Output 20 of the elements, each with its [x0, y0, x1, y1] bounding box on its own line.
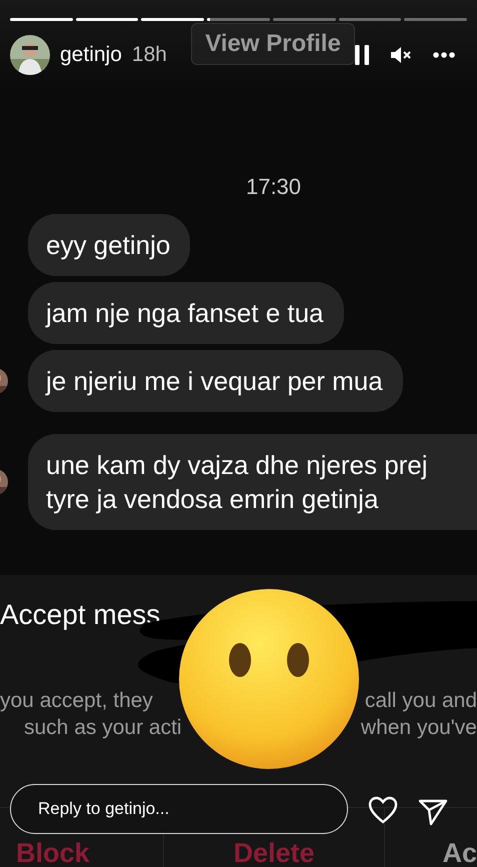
info-text: call you and [364, 688, 477, 714]
message-bubble: jam nje nga fanset e tua [28, 282, 344, 344]
message-time: 17:30 [246, 174, 302, 200]
info-text: you accept, they [0, 688, 153, 714]
info-text: such as your acti [24, 715, 182, 741]
message-bubble: eyy getinjo [28, 214, 190, 276]
post-time: 18h [132, 43, 167, 67]
message-bubble: je njeriu me i vequar per mua [28, 350, 403, 412]
accept-button[interactable]: Ac [442, 838, 477, 867]
view-profile-button[interactable]: View Profile [191, 23, 355, 65]
mute-icon[interactable] [391, 46, 411, 64]
accept-title: Accept mess [0, 599, 160, 631]
username[interactable]: getinjo [60, 43, 122, 67]
more-icon[interactable] [433, 52, 455, 58]
send-icon[interactable] [418, 798, 448, 826]
heart-icon[interactable] [368, 796, 398, 824]
reply-field[interactable]: Reply to getinjo... [10, 784, 348, 834]
info-text: when you've [360, 715, 477, 741]
pause-icon[interactable] [355, 45, 369, 65]
message-bubble: une kam dy vajza dhe njeres prej tyre ja vendosa emrin getinja [28, 434, 477, 530]
